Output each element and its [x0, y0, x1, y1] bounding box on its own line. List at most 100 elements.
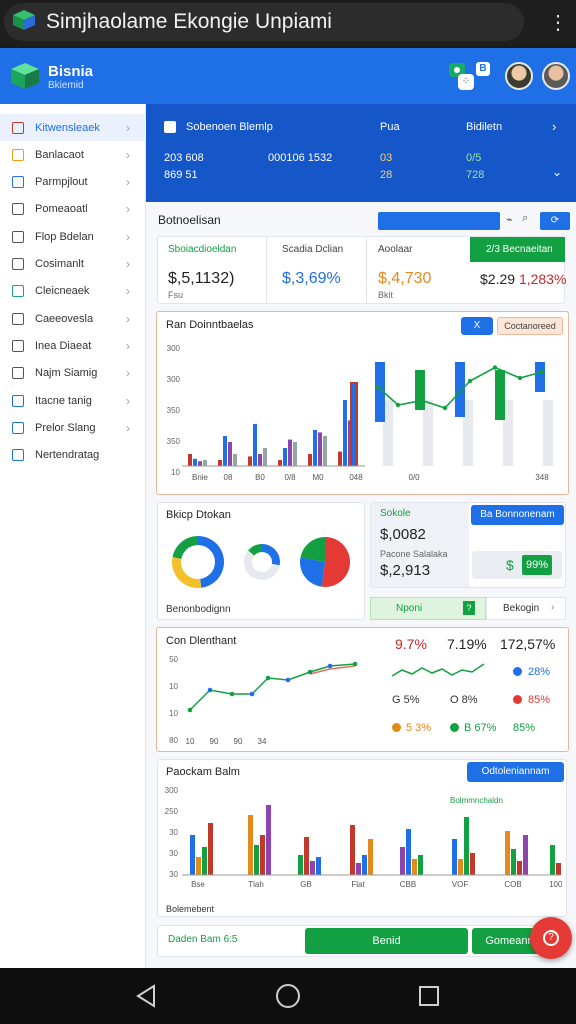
x-tick-label: VOF [452, 880, 469, 889]
overview-search-input[interactable] [378, 212, 500, 230]
sidebar-item[interactable]: Kitwensleaek › [0, 114, 146, 141]
cube-icon [13, 10, 35, 30]
pie-slice [300, 557, 325, 587]
list-icon [12, 230, 24, 243]
sidebar-item[interactable]: Parmpjlout › [0, 169, 146, 196]
line-point [375, 384, 381, 390]
sidebar-item-label: Inea Diaeat [35, 339, 92, 352]
bar [406, 829, 411, 875]
x-tick-label: CBB [400, 880, 416, 889]
line-point [395, 402, 401, 408]
bar [505, 831, 510, 875]
summary-banner [146, 104, 576, 202]
bar [223, 436, 227, 466]
chevron-right-icon: › [126, 257, 130, 271]
trend-pct: O 8% [450, 694, 478, 706]
search-icon[interactable]: ⌕ [522, 212, 536, 228]
compare-button[interactable]: Coctanoreed [497, 317, 563, 335]
kpi-value: $2.29 1,283% [480, 271, 567, 287]
series-line [189, 663, 356, 711]
line-point [327, 663, 333, 669]
sidebar-item[interactable]: Cosimanlt › [0, 251, 146, 278]
x-tick-label: 1000 [549, 880, 562, 889]
sidebar-item[interactable]: Banlacaot › [0, 141, 146, 168]
back-icon[interactable] [134, 983, 158, 1009]
summary-button[interactable]: Ba Bonnonenam [471, 505, 564, 525]
copy-icon[interactable]: B [476, 62, 490, 76]
sidebar-item[interactable]: Nertendratag [0, 442, 146, 469]
avatar[interactable] [542, 62, 570, 90]
bar [260, 835, 265, 875]
x-tick-label: 048 [349, 473, 363, 482]
primary-button[interactable]: Benid [305, 928, 468, 954]
kpi-sub: Bkit [378, 290, 394, 300]
line-point [352, 661, 358, 667]
trend-line-chart: 50 10 10 80 10 90 90 34 [169, 655, 358, 746]
y-tick-label: 250 [165, 807, 179, 816]
filter-icon[interactable]: ⌁ [506, 213, 513, 226]
chevron-right-icon: › [126, 284, 130, 299]
sidebar-item[interactable]: Cleicneaek › [0, 278, 146, 305]
help-fab[interactable]: ? [530, 917, 572, 959]
kebab-icon[interactable]: ⋮ [548, 10, 568, 36]
bar [248, 456, 252, 466]
y-tick-label: 80 [169, 736, 178, 745]
chevron-right-icon: › [126, 202, 130, 217]
x-tick-label: GB [300, 880, 312, 889]
chevron-right-icon: › [126, 175, 130, 190]
avatar[interactable] [505, 62, 533, 90]
donut-charts [172, 536, 350, 588]
bar [266, 805, 271, 875]
sidebar-item-label: Prelor Slang [35, 421, 96, 434]
line-point [307, 669, 313, 675]
bar [511, 849, 516, 875]
overview-title: Botnoelisan [158, 213, 221, 227]
legend-dot [450, 723, 459, 732]
bar [254, 845, 259, 875]
x-tick-label: 0/8 [284, 473, 296, 482]
chart4-title: Paockam Balm [166, 766, 240, 778]
chevron-right-icon[interactable]: › [552, 119, 556, 134]
sidebar-item[interactable]: Itacne tanig › [0, 387, 146, 414]
line-point [187, 707, 193, 713]
chevron-down-icon[interactable]: ⌄ [552, 165, 562, 179]
refresh-icon[interactable]: ⟳ [540, 212, 570, 230]
sidebar-item[interactable]: Pomeaoatl › [0, 196, 146, 223]
bar [218, 460, 222, 466]
expand-button[interactable]: X [461, 317, 493, 335]
chevron-right-icon: › [126, 311, 130, 326]
summary-label: Pacone Salalaka [380, 549, 448, 559]
banner-value: 728 [466, 169, 485, 181]
chart4-button[interactable]: Odtoleniannam [467, 762, 564, 782]
sidebar-item-label: Itacne tanig [35, 394, 92, 407]
recents-icon[interactable] [418, 985, 440, 1007]
dice-icon[interactable]: ⁘ [458, 74, 474, 90]
sidebar-item[interactable]: Prelor Slang › [0, 414, 146, 441]
sidebar-item[interactable]: Najm Siamig › [0, 360, 146, 387]
bar [418, 855, 423, 875]
bar [298, 855, 303, 875]
x-tick-label: Bnie [192, 473, 209, 482]
bar [304, 837, 309, 875]
tag-icon [12, 285, 24, 298]
bar [316, 857, 321, 875]
y-tick-label: 300 [165, 786, 179, 795]
x-tick-label: 90 [234, 737, 243, 746]
target-icon [12, 449, 24, 462]
sidebar-item[interactable]: Caeeovesla › [0, 305, 146, 332]
sidebar-item[interactable]: Flop Bdelan › [0, 223, 146, 250]
donut-hole [252, 552, 272, 572]
line-point [207, 687, 213, 693]
bar [278, 460, 282, 466]
cube-icon [11, 63, 39, 89]
sidebar-item[interactable]: Inea Diaeat › [0, 332, 146, 359]
bar [196, 857, 201, 875]
chevron-right-icon: › [126, 420, 130, 435]
trend-side: 28% [528, 666, 551, 678]
trend-pct: G 5% [392, 694, 420, 706]
banner-col2: Pua [380, 121, 400, 133]
home-icon[interactable] [275, 983, 301, 1009]
banner-value: 000106 1532 [268, 152, 333, 164]
line-point [492, 365, 498, 370]
chart-icon [12, 121, 24, 134]
